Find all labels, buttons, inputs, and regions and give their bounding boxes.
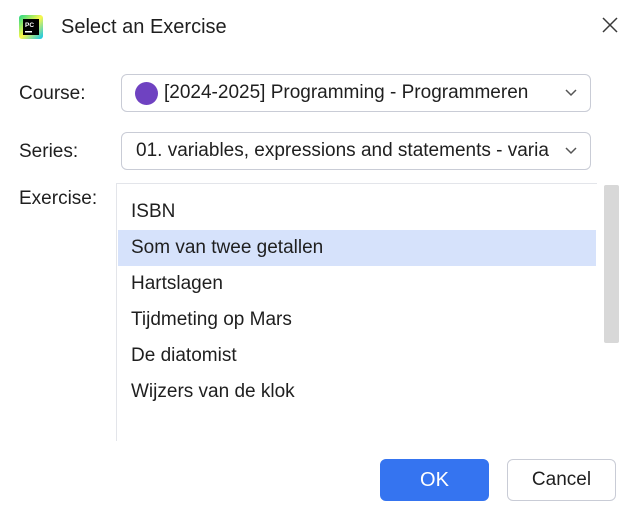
chevron-down-icon <box>565 147 577 155</box>
chevron-down-icon <box>565 89 577 97</box>
list-scrollbar[interactable] <box>604 185 619 343</box>
list-item[interactable]: Som van twee getallen <box>118 230 596 266</box>
course-label: Course: <box>19 83 86 104</box>
course-value: [2024-2025] Programming - Programmeren <box>164 82 529 103</box>
course-color-dot <box>135 82 158 105</box>
series-label: Series: <box>19 141 79 162</box>
svg-text:PC: PC <box>25 22 34 29</box>
ok-button[interactable]: OK <box>380 459 489 501</box>
series-dropdown[interactable]: 01. variables, expressions and statement… <box>121 132 591 170</box>
course-dropdown[interactable]: [2024-2025] Programming - Programmeren <box>121 74 591 112</box>
close-icon[interactable] <box>600 15 620 35</box>
list-item[interactable]: De diatomist <box>118 338 596 374</box>
title-bar: PC Select an Exercise <box>0 0 626 52</box>
pycharm-icon: PC <box>19 15 43 39</box>
exercise-list[interactable]: ISBN Som van twee getallen Hartslagen Ti… <box>116 183 597 441</box>
cancel-button[interactable]: Cancel <box>507 459 616 501</box>
list-item[interactable]: Tijdmeting op Mars <box>118 302 596 338</box>
list-item[interactable]: Hartslagen <box>118 266 596 302</box>
series-value: 01. variables, expressions and statement… <box>136 140 550 161</box>
list-item[interactable]: ISBN <box>118 194 596 230</box>
window-title: Select an Exercise <box>61 16 227 38</box>
exercise-label: Exercise: <box>19 188 98 209</box>
list-item[interactable]: Wijzers van de klok <box>118 374 596 410</box>
